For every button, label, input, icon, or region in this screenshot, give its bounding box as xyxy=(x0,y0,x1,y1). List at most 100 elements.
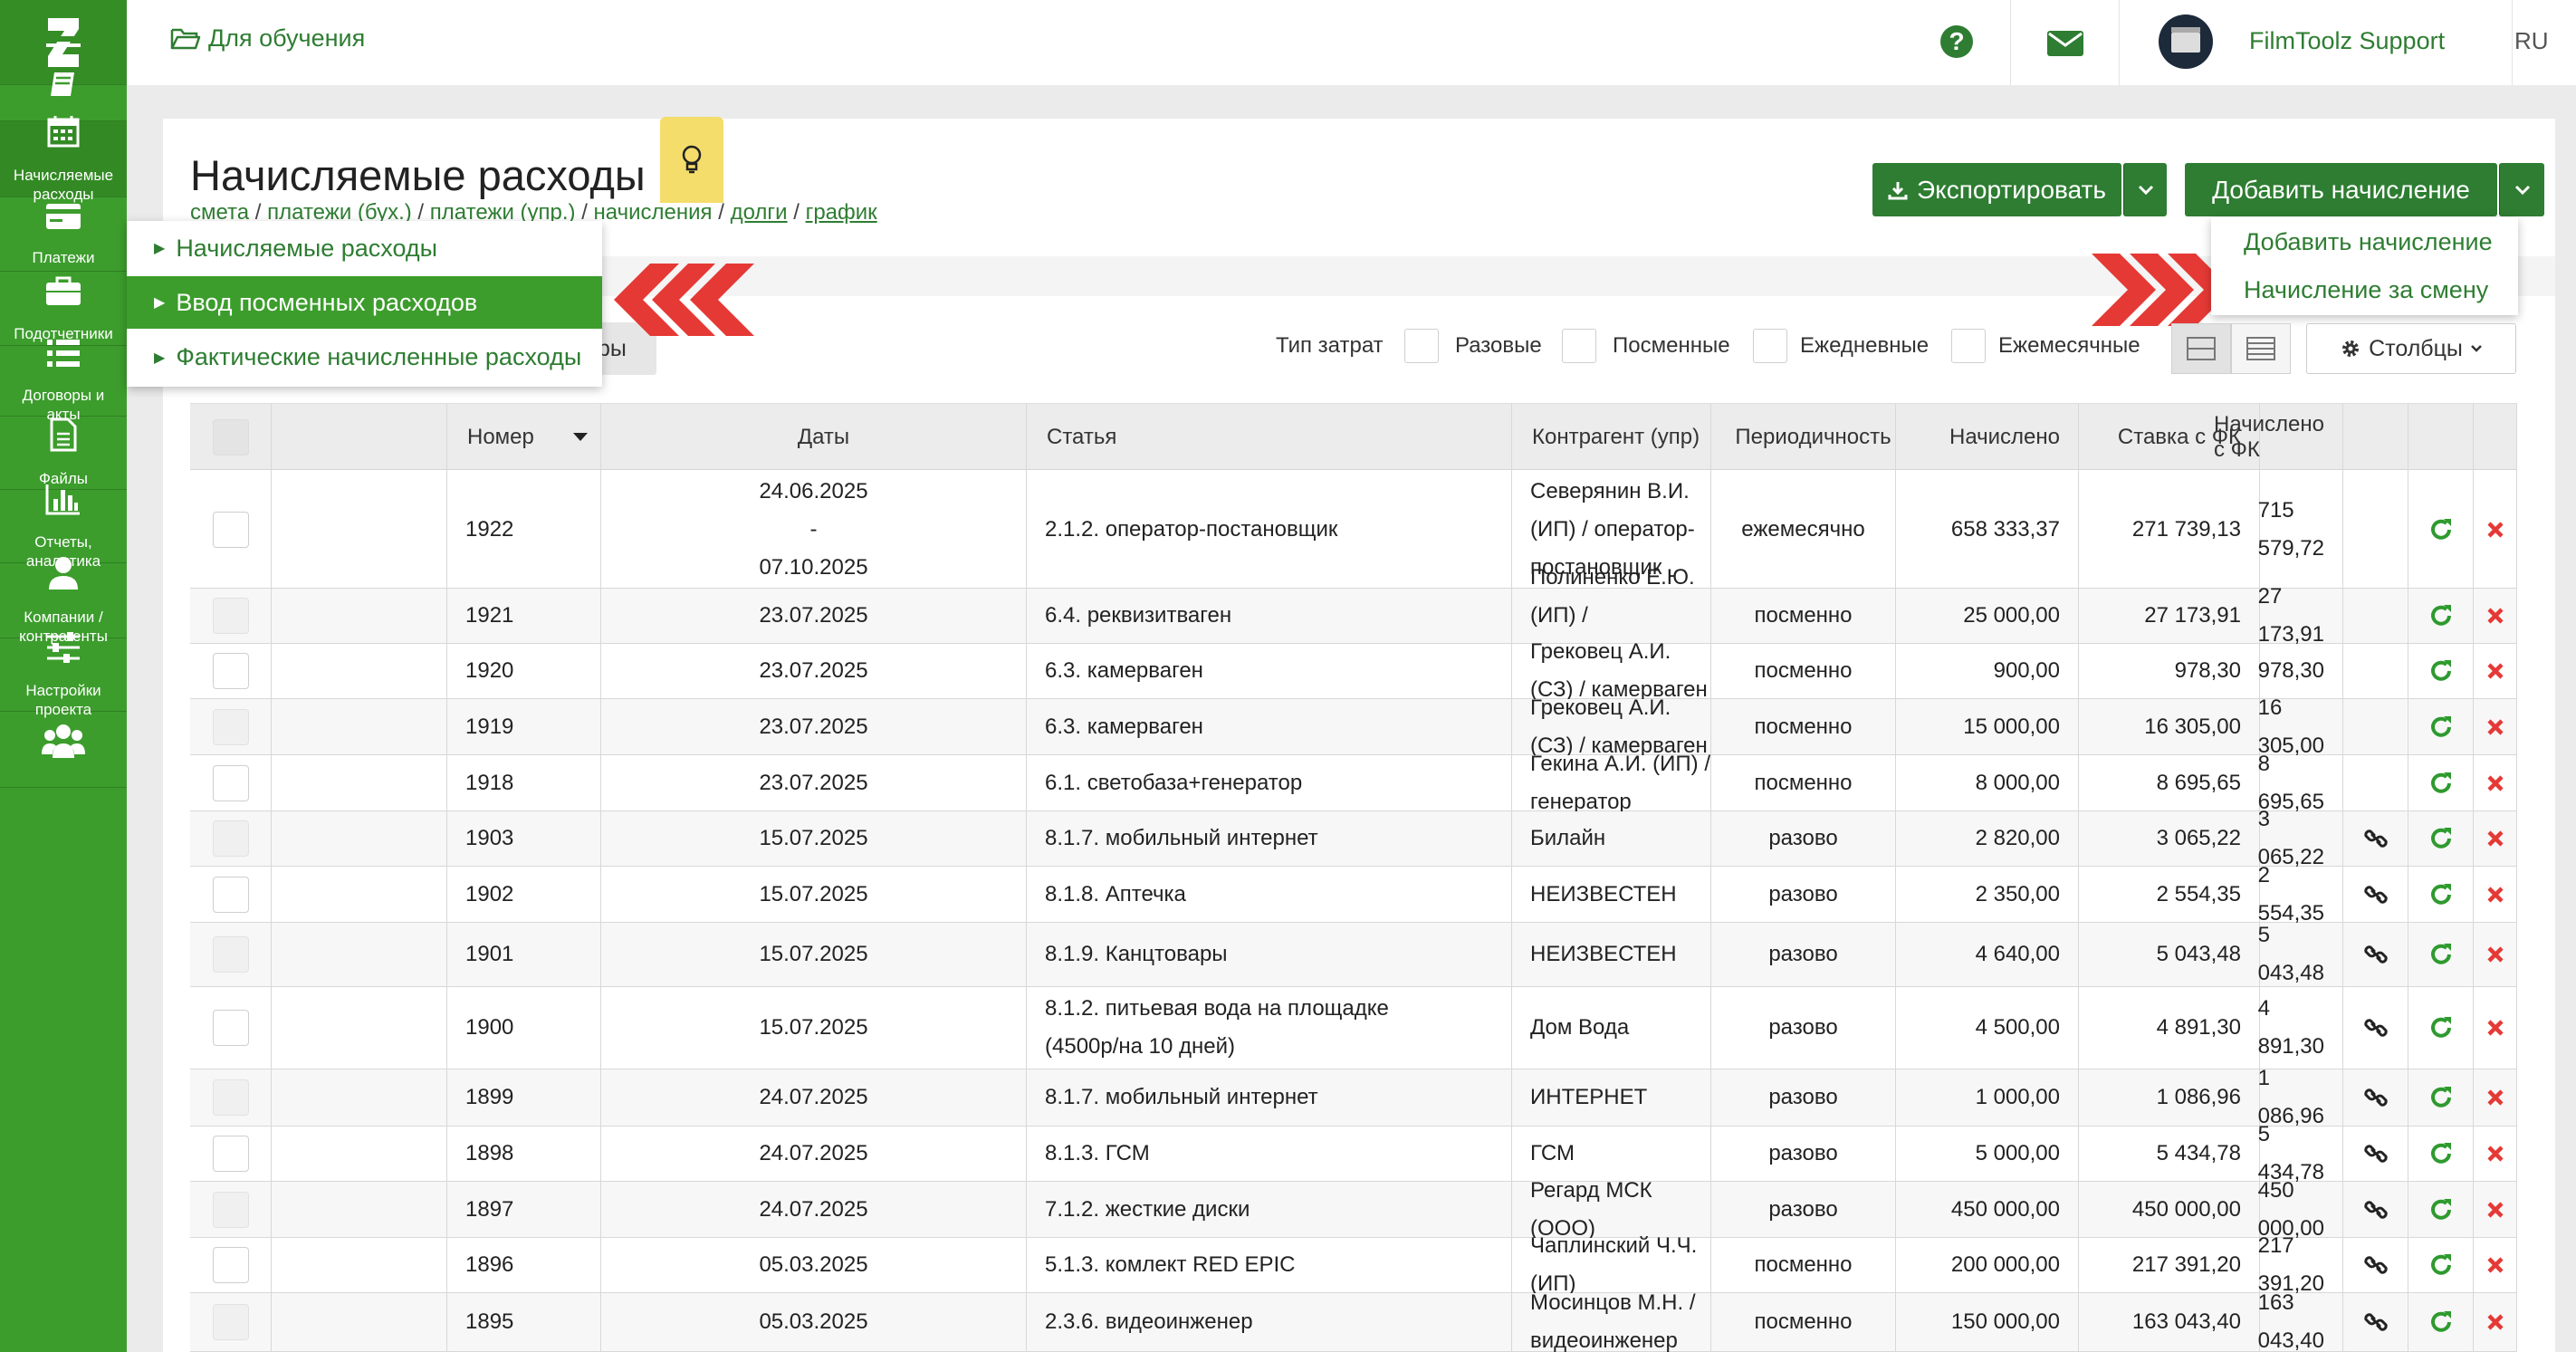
row-checkbox[interactable] xyxy=(212,1304,249,1340)
refresh-cell[interactable] xyxy=(2408,1127,2474,1181)
row-number[interactable]: 1922 xyxy=(465,511,513,549)
filter-label-0[interactable]: Разовые xyxy=(1455,333,1542,359)
help-icon[interactable]: ? xyxy=(1940,25,1973,58)
link-icon[interactable] xyxy=(2363,1086,2388,1109)
refresh-icon[interactable] xyxy=(2428,603,2454,628)
sidebar-item-8[interactable]: Настройки проекта xyxy=(0,631,127,718)
refresh-icon[interactable] xyxy=(2428,1141,2454,1166)
row-number[interactable]: 1920 xyxy=(465,652,513,690)
project-breadcrumb[interactable]: Для обучения xyxy=(170,24,365,53)
link-cell[interactable] xyxy=(2343,1182,2408,1237)
add-menu-item-1[interactable]: Начисление за смену xyxy=(2211,266,2518,313)
filter-label-3[interactable]: Ежемесячные xyxy=(1998,333,2140,359)
table-row[interactable]: 1900 15.07.2025 8.1.2. питьевая вода на пл… xyxy=(190,987,2517,1069)
column-header-4[interactable]: Периодичность xyxy=(1711,404,1896,471)
delete-cell[interactable] xyxy=(2474,1182,2517,1237)
delete-cell[interactable] xyxy=(2474,1127,2517,1181)
delete-cell[interactable] xyxy=(2474,589,2517,643)
refresh-cell[interactable] xyxy=(2408,471,2474,588)
row-number[interactable]: 1896 xyxy=(465,1246,513,1284)
row-checkbox[interactable] xyxy=(212,1191,249,1228)
delete-cell[interactable] xyxy=(2474,755,2517,810)
delete-icon[interactable] xyxy=(2486,945,2504,964)
delete-cell[interactable] xyxy=(2474,699,2517,754)
link-icon[interactable] xyxy=(2363,943,2388,966)
delete-cell[interactable] xyxy=(2474,1238,2517,1292)
column-header-2[interactable]: Статья xyxy=(1027,404,1512,471)
link-icon[interactable] xyxy=(2363,1253,2388,1277)
row-checkbox[interactable] xyxy=(212,1247,249,1283)
row-number[interactable]: 1897 xyxy=(465,1191,513,1229)
page-link-3[interactable]: начисления xyxy=(594,200,713,225)
link-icon[interactable] xyxy=(2363,883,2388,906)
refresh-cell[interactable] xyxy=(2408,1238,2474,1292)
row-checkbox[interactable] xyxy=(212,1136,249,1172)
page-link-4[interactable]: долги xyxy=(731,200,788,225)
row-checkbox[interactable] xyxy=(212,1010,249,1046)
row-number[interactable]: 1903 xyxy=(465,820,513,858)
language-switch[interactable]: RU xyxy=(2514,27,2549,55)
filter-checkbox-2[interactable] xyxy=(1753,329,1787,363)
row-number[interactable]: 1901 xyxy=(465,935,513,973)
refresh-icon[interactable] xyxy=(2428,658,2454,684)
sidebar-item-3[interactable]: Подотчетники xyxy=(0,272,127,346)
table-row[interactable]: 1902 15.07.2025 8.1.8. Аптечка НЕИЗВЕСТЕН ра… xyxy=(190,863,2517,925)
column-header-5[interactable]: Начислено xyxy=(1896,404,2079,471)
table-row[interactable]: 1897 24.07.2025 7.1.2. жесткие диски Регард… xyxy=(190,1178,2517,1241)
row-checkbox[interactable] xyxy=(212,764,249,801)
row-checkbox[interactable] xyxy=(212,1079,249,1116)
filter-label-1[interactable]: Посменные xyxy=(1613,333,1730,359)
refresh-cell[interactable] xyxy=(2408,987,2474,1069)
delete-cell[interactable] xyxy=(2474,867,2517,922)
sidebar-item-7[interactable]: Компании / контрагенты xyxy=(0,556,127,645)
delete-cell[interactable] xyxy=(2474,1069,2517,1126)
sidebar-item-9[interactable] xyxy=(0,712,127,788)
user-name[interactable]: FilmToolz Support xyxy=(2249,27,2445,55)
table-row[interactable]: 1899 24.07.2025 8.1.7. мобильный интернет И… xyxy=(190,1066,2517,1128)
link-cell[interactable] xyxy=(2343,811,2408,866)
add-menu-item-0[interactable]: Добавить начисление xyxy=(2211,217,2518,266)
delete-icon[interactable] xyxy=(2486,1088,2504,1107)
filter-label-2[interactable]: Ежедневные xyxy=(1800,333,1929,359)
tip-bookmark[interactable] xyxy=(660,117,723,203)
export-dropdown-toggle[interactable] xyxy=(2123,163,2167,216)
delete-icon[interactable] xyxy=(2486,1256,2504,1274)
refresh-icon[interactable] xyxy=(2428,1197,2454,1223)
link-cell[interactable] xyxy=(2343,987,2408,1069)
delete-icon[interactable] xyxy=(2486,1145,2504,1163)
view-menu-item-2[interactable]: ▶ Фактические начисленные расходы xyxy=(127,331,602,384)
delete-cell[interactable] xyxy=(2474,987,2517,1069)
add-accrual-button[interactable]: Добавить начисление xyxy=(2185,163,2497,216)
row-checkbox[interactable] xyxy=(212,936,249,973)
refresh-icon[interactable] xyxy=(2428,882,2454,907)
link-icon[interactable] xyxy=(2363,1198,2388,1222)
delete-cell[interactable] xyxy=(2474,644,2517,698)
filter-checkbox-3[interactable] xyxy=(1951,329,1986,363)
row-number[interactable]: 1899 xyxy=(465,1079,513,1117)
filter-checkbox-1[interactable] xyxy=(1562,329,1596,363)
view-menu-item-0[interactable]: ▶ Начисляемые расходы xyxy=(127,221,602,275)
link-cell[interactable] xyxy=(2343,923,2408,986)
delete-cell[interactable] xyxy=(2474,471,2517,588)
row-checkbox[interactable] xyxy=(212,653,249,689)
filter-checkbox-0[interactable] xyxy=(1404,329,1439,363)
row-number[interactable]: 1918 xyxy=(465,764,513,802)
link-icon[interactable] xyxy=(2363,1310,2388,1334)
row-number[interactable]: 1895 xyxy=(465,1303,513,1341)
refresh-icon[interactable] xyxy=(2428,826,2454,851)
refresh-icon[interactable] xyxy=(2428,714,2454,740)
sidebar-item-1[interactable]: Начисляемые расходы xyxy=(0,116,127,203)
row-number[interactable]: 1921 xyxy=(465,597,513,635)
refresh-cell[interactable] xyxy=(2408,699,2474,754)
refresh-icon[interactable] xyxy=(2428,1309,2454,1335)
export-button[interactable]: Экспортировать xyxy=(1872,163,2121,216)
delete-icon[interactable] xyxy=(2486,662,2504,680)
column-header-0[interactable]: Номер xyxy=(447,404,601,471)
column-header-3[interactable]: Контрагент (упр) xyxy=(1512,404,1711,471)
table-row[interactable]: 1918 23.07.2025 6.1. светобаза+генератор Ге… xyxy=(190,752,2517,814)
select-all-checkbox[interactable] xyxy=(212,419,249,455)
row-checkbox[interactable] xyxy=(212,598,249,634)
table-row[interactable]: 1919 23.07.2025 6.3. камерваген Грековец А.… xyxy=(190,695,2517,758)
row-checkbox[interactable] xyxy=(212,511,249,548)
link-cell[interactable] xyxy=(2343,1069,2408,1126)
